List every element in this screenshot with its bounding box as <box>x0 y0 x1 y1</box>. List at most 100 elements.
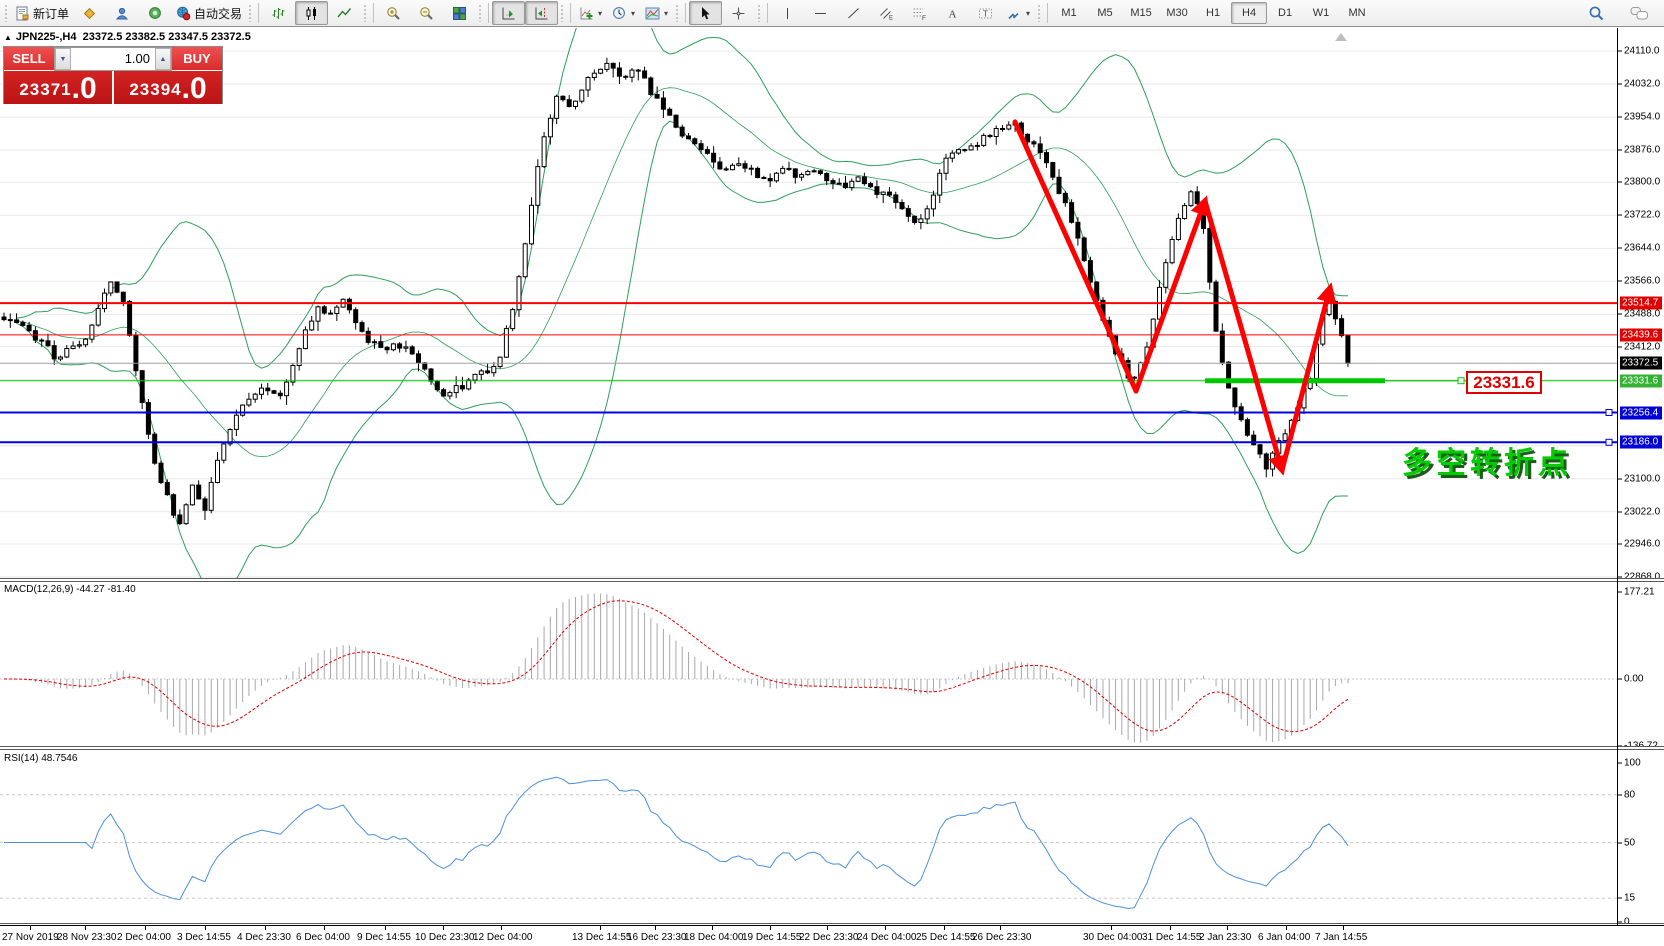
navigator-button[interactable] <box>106 1 139 25</box>
tf-h1[interactable]: H1 <box>1195 2 1231 24</box>
macd-axis: 177.210.00-136.72 <box>1618 582 1664 746</box>
time-tick-label: 25 Dec 14:55 <box>916 932 976 943</box>
panel-separator[interactable] <box>0 746 1664 750</box>
chat-button[interactable] <box>1623 1 1656 25</box>
tf-mn[interactable]: MN <box>1339 2 1375 24</box>
toolbar-drag-handle[interactable] <box>675 4 680 22</box>
channel-button[interactable]: E <box>870 1 903 25</box>
toolbar-drag-handle[interactable] <box>478 4 483 22</box>
cursor-icon <box>698 6 713 21</box>
tf-m5[interactable]: M5 <box>1087 2 1123 24</box>
fibonacci-button[interactable]: F <box>903 1 936 25</box>
sell-price[interactable]: 23371.0 <box>4 71 114 104</box>
trendline-button[interactable] <box>837 1 870 25</box>
time-tick <box>712 926 713 930</box>
scroll-marker-icon <box>1335 33 1347 41</box>
market-watch-button[interactable] <box>73 1 106 25</box>
templates-button[interactable]: ▾ <box>640 1 673 25</box>
axis-tick <box>1618 512 1622 513</box>
zoom-out-button[interactable] <box>410 1 443 25</box>
indicators-button[interactable]: ▾ <box>574 1 607 25</box>
symbol-period-label: JPN225-,H4 <box>16 31 77 43</box>
terminal-button[interactable] <box>139 1 172 25</box>
time-tick <box>324 926 325 930</box>
tf-m1[interactable]: M1 <box>1051 2 1087 24</box>
autotrading-button[interactable]: 自动交易 <box>172 1 246 25</box>
search-button[interactable] <box>1580 1 1613 25</box>
time-tick <box>1343 926 1344 930</box>
tf-h4[interactable]: H4 <box>1231 2 1267 24</box>
tf-m30[interactable]: M30 <box>1159 2 1195 24</box>
price-tick-label: 24110.0 <box>1624 46 1659 57</box>
volume-decrease-button[interactable]: ▼ <box>55 48 71 70</box>
axis-tick <box>1618 182 1622 183</box>
toolbar-drag-handle[interactable] <box>4 4 9 22</box>
time-tick <box>85 926 86 930</box>
ohlc-values: 23372.5 23382.5 23347.5 23372.5 <box>83 31 251 43</box>
label-button[interactable]: T <box>969 1 1002 25</box>
chart-shift-button[interactable] <box>525 1 558 25</box>
autotrade-icon <box>176 6 191 21</box>
toolbar-drag-handle[interactable] <box>757 4 762 22</box>
price-axis[interactable]: 24110.024032.023954.023876.023800.023722… <box>1618 28 1664 578</box>
crosshair-icon <box>731 6 746 21</box>
text-button[interactable]: A <box>936 1 969 25</box>
bar-chart-button[interactable] <box>262 1 295 25</box>
one-click-trading-panel: SELL ▼ 1.00 ▲ BUY 23371.0 23394.0 <box>3 46 223 104</box>
tf-m1-label: M1 <box>1061 7 1076 19</box>
sell-button[interactable]: SELL <box>4 47 54 71</box>
dropdown-caret-icon[interactable]: ▾ <box>598 9 602 18</box>
collapse-triangle-icon[interactable]: ▲ <box>4 33 12 42</box>
time-tick <box>944 926 945 930</box>
new-order-button[interactable]: 新订单 <box>11 1 73 25</box>
green-trendline[interactable] <box>1205 378 1464 384</box>
cursor-button[interactable] <box>689 1 722 25</box>
time-tick-label: 27 Nov 2019 <box>2 932 59 943</box>
candle-chart-button[interactable] <box>295 1 328 25</box>
navigator-icon <box>115 6 130 21</box>
toolbar-drag-handle[interactable] <box>560 4 565 22</box>
line-chart-button[interactable] <box>328 1 361 25</box>
dropdown-caret-icon[interactable]: ▾ <box>664 9 668 18</box>
autoscroll-button[interactable] <box>492 1 525 25</box>
svg-text:T: T <box>983 9 988 18</box>
zoom-in-button[interactable] <box>377 1 410 25</box>
toolbar-separator <box>767 3 768 23</box>
tf-d1[interactable]: D1 <box>1267 2 1303 24</box>
toolbar: 新订单 自动交易 ▾ ▾ ▾ EFA T ▾ M1 M5M15M30 H1 H4D1W1MN <box>0 0 1664 27</box>
tf-h1-label: H1 <box>1206 7 1220 19</box>
axis-border <box>1617 28 1618 925</box>
vline-button[interactable] <box>771 1 804 25</box>
tf-m15[interactable]: M15 <box>1123 2 1159 24</box>
toolbar-drag-handle[interactable] <box>1037 4 1042 22</box>
toolbar-drag-handle[interactable] <box>248 4 253 22</box>
macd-tick-label: 0.00 <box>1624 674 1643 685</box>
price-chart[interactable] <box>0 28 1617 578</box>
time-tick-label: 24 Dec 04:00 <box>857 932 917 943</box>
buy-price-dec: .0 <box>182 76 207 102</box>
buy-price[interactable]: 23394.0 <box>114 71 222 104</box>
periods-button[interactable]: ▾ <box>607 1 640 25</box>
volume-increase-button[interactable]: ▲ <box>155 48 171 70</box>
price-tag-label[interactable]: 23331.6 <box>1466 371 1542 394</box>
bar-chart-icon <box>271 6 286 21</box>
shapes-button[interactable]: ▾ <box>1002 1 1035 25</box>
buy-button[interactable]: BUY <box>172 47 222 71</box>
tf-w1[interactable]: W1 <box>1303 2 1339 24</box>
volume-input[interactable]: 1.00 <box>71 48 155 70</box>
horizontal-lines[interactable] <box>0 303 1617 445</box>
zigzag-arrows[interactable] <box>1015 122 1330 470</box>
annotation-text[interactable]: 多空转折点 <box>1402 438 1572 482</box>
time-axis[interactable]: 27 Nov 201928 Nov 23:302 Dec 04:003 Dec … <box>0 925 1664 946</box>
axis-tick <box>1618 215 1622 216</box>
dropdown-caret-icon[interactable]: ▾ <box>1026 9 1030 18</box>
time-tick-label: 6 Dec 04:00 <box>296 932 350 943</box>
hline-button[interactable] <box>804 1 837 25</box>
crosshair-button[interactable] <box>722 1 755 25</box>
mt4-window: 新订单 自动交易 ▾ ▾ ▾ EFA T ▾ M1 M5M15M30 H1 H4D1W1MN ▲ JPN… <box>0 0 1664 946</box>
tile-windows-button[interactable] <box>443 1 476 25</box>
macd-panel <box>0 582 1617 746</box>
toolbar-drag-handle[interactable] <box>363 4 368 22</box>
time-tick-label: 12 Dec 04:00 <box>473 932 533 943</box>
dropdown-caret-icon[interactable]: ▾ <box>631 9 635 18</box>
